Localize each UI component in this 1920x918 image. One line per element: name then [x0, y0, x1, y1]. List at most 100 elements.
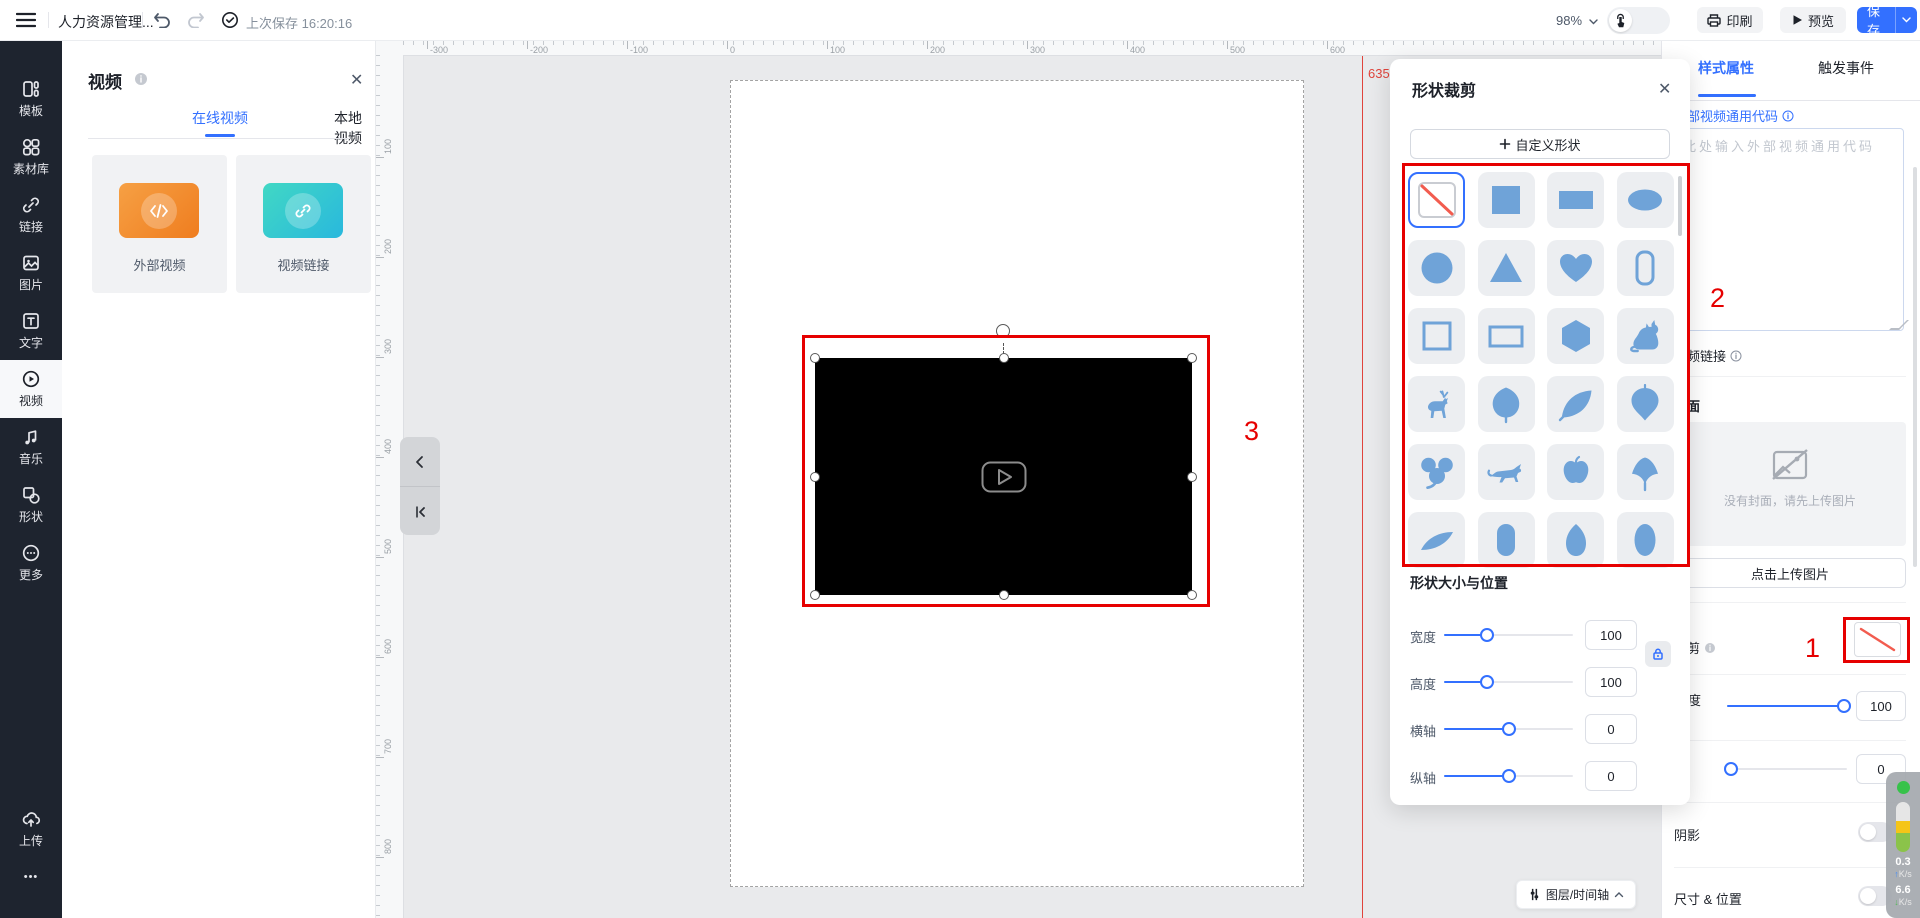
document-title[interactable]: 人力资源管理... [58, 12, 138, 32]
opacity-slider-knob[interactable] [1837, 699, 1851, 713]
cover-empty-text: 没有封面，请先上传图片 [1674, 492, 1906, 509]
shadow-label: 阴影 [1674, 825, 1700, 844]
ruler-major-tick [1127, 40, 1128, 49]
ruler-number: 200 [383, 239, 393, 254]
ruler-number: 500 [383, 539, 393, 554]
divider [1674, 740, 1906, 741]
sidebar-item-more[interactable]: 更多 [0, 534, 62, 592]
chain-icon [285, 193, 321, 229]
slider-value-input[interactable]: 100 [1585, 620, 1637, 650]
save-button[interactable]: 保存 [1857, 7, 1917, 33]
main-sidebar: 模板素材库链接图片文字视频音乐形状更多上传 ••• [0, 40, 62, 918]
preview-button[interactable]: 预览 [1780, 7, 1846, 33]
second-slider-knob[interactable] [1724, 762, 1738, 776]
tab-style-properties[interactable]: 样式属性 [1698, 58, 1754, 78]
tab-trigger-events[interactable]: 触发事件 [1818, 58, 1874, 78]
top-bar: 人力资源管理... 上次保存 16:20:16 98% 印刷 预览 [0, 0, 1920, 41]
sidebar-item-text[interactable]: 文字 [0, 302, 62, 360]
sidebar-item-music[interactable]: 音乐 [0, 418, 62, 476]
panel-collapse-controls [400, 437, 440, 535]
ruler-number: 0 [730, 45, 735, 55]
printer-icon [1707, 14, 1721, 27]
style-properties-panel: 样式属性 触发事件 外部视频通用代码 此处输入外部视频通用代码 视频链接 封面 … [1661, 40, 1920, 918]
download-unit: ↓K/s [1886, 897, 1920, 907]
slider-fill [1444, 728, 1509, 730]
sidebar-item-video[interactable]: 视频 [0, 360, 62, 418]
hand-tool-toggle[interactable] [1607, 7, 1670, 34]
ruler-major-tick [375, 257, 384, 258]
no-image-icon [1771, 448, 1809, 482]
active-tab-underline [1698, 94, 1756, 97]
shape-size-heading: 形状大小与位置 [1410, 573, 1508, 593]
slider-value-input[interactable]: 100 [1585, 667, 1637, 697]
zoom-selector[interactable]: 98% [1556, 13, 1598, 28]
sidebar-item-image[interactable]: 图片 [0, 244, 62, 302]
lock-icon [1651, 647, 1665, 661]
chevron-left-icon [413, 455, 427, 469]
template-icon [21, 79, 41, 99]
sidebar-item-shape[interactable]: 形状 [0, 476, 62, 534]
sidebar-item-label: 文字 [19, 334, 43, 351]
upload-cover-button[interactable]: 点击上传图片 [1674, 558, 1906, 588]
ruler-major-tick [627, 40, 628, 49]
upload-icon [21, 809, 41, 829]
status-dot [1897, 781, 1910, 794]
ruler-major-tick [375, 457, 384, 458]
print-button[interactable]: 印刷 [1697, 7, 1763, 33]
undo-icon[interactable] [150, 8, 174, 32]
external-video-code-textarea[interactable]: 此处输入外部视频通用代码 [1674, 128, 1904, 331]
external-video-card[interactable]: 外部视频 [92, 155, 227, 293]
slider-value-input[interactable]: 0 [1585, 761, 1637, 791]
redo-icon[interactable] [184, 8, 208, 32]
close-icon[interactable]: ✕ [1658, 79, 1671, 99]
second-slider-track[interactable] [1727, 768, 1847, 770]
slider-label: 高度 [1410, 674, 1436, 693]
chevron-left-bar-icon [413, 505, 427, 519]
active-tab-underline [205, 134, 235, 137]
sidebar-overflow-button[interactable]: ••• [0, 862, 62, 892]
annotation-box-3 [802, 335, 1210, 607]
net-speed-widget[interactable]: 0.3 ↑K/s 6.6 ↓K/s [1886, 772, 1920, 918]
sidebar-item-label: 模板 [19, 102, 43, 119]
custom-shape-button[interactable]: 自定义形状 [1410, 129, 1670, 159]
red-guide-line [1362, 40, 1363, 918]
collapse-to-edge-button[interactable] [400, 486, 440, 535]
sidebar-item-link[interactable]: 链接 [0, 186, 62, 244]
save-dropdown-chevron[interactable] [1895, 7, 1917, 33]
slider-knob[interactable] [1480, 675, 1494, 689]
slider-value-input[interactable]: 0 [1585, 714, 1637, 744]
cover-placeholder: 没有封面，请先上传图片 [1674, 422, 1906, 546]
sidebar-item-upload[interactable]: 上传 [0, 800, 62, 858]
upload-speed: 0.3 [1886, 856, 1920, 868]
panel-scrollbar[interactable] [1913, 167, 1917, 567]
ruler-major-tick [375, 557, 384, 558]
layers-timeline-button[interactable]: 图层/时间轴 [1516, 880, 1636, 909]
slider-knob[interactable] [1502, 769, 1516, 783]
collapse-panel-button[interactable] [400, 437, 440, 486]
tab-local-video[interactable]: 本地视频 [334, 108, 375, 148]
sidebar-item-label: 形状 [19, 508, 43, 525]
tab-divider [1662, 100, 1920, 101]
sidebar-item-assets[interactable]: 素材库 [0, 128, 62, 186]
opacity-value[interactable]: 100 [1856, 691, 1906, 721]
video-link-card[interactable]: 视频链接 [236, 155, 371, 293]
slider-knob[interactable] [1480, 628, 1494, 642]
ruler-number: 700 [383, 739, 393, 754]
sidebar-item-template[interactable]: 模板 [0, 70, 62, 128]
lock-ratio-button[interactable] [1645, 641, 1671, 667]
info-icon [1704, 642, 1716, 654]
tab-divider [88, 138, 350, 139]
hamburger-menu-icon[interactable] [14, 8, 38, 32]
tab-online-video[interactable]: 在线视频 [192, 108, 248, 128]
slider-knob[interactable] [1502, 722, 1516, 736]
speed-bar [1896, 802, 1910, 852]
close-icon[interactable]: ✕ [350, 70, 363, 90]
sidebar-item-label: 视频 [19, 392, 43, 409]
upload-unit: ↑K/s [1886, 869, 1920, 879]
layers-timeline-label: 图层/时间轴 [1546, 886, 1609, 903]
horizontal-ruler: -300-200-1000100200300400500600 [403, 40, 1661, 56]
external-video-thumb [119, 183, 199, 238]
guide-position-label: 635 [1368, 66, 1390, 81]
ruler-number: -100 [630, 45, 648, 55]
annotation-box-1 [1843, 617, 1910, 663]
